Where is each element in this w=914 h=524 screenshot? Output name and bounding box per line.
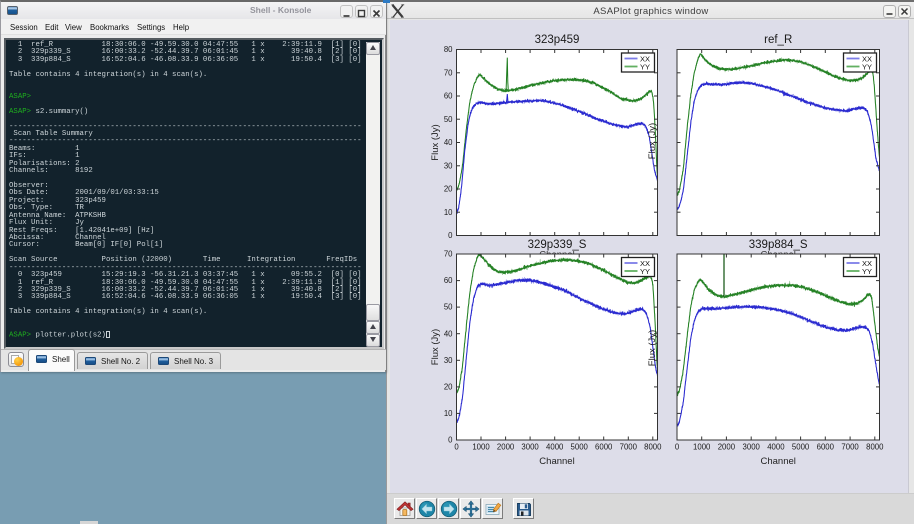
- svg-text:30: 30: [444, 356, 453, 365]
- svg-text:0: 0: [448, 231, 453, 240]
- svg-text:YY: YY: [640, 267, 650, 276]
- svg-text:3000: 3000: [521, 443, 539, 452]
- svg-text:30: 30: [444, 161, 453, 170]
- svg-text:1000: 1000: [693, 443, 711, 452]
- svg-text:40: 40: [444, 329, 453, 338]
- svg-text:20: 20: [444, 383, 453, 392]
- svg-text:Flux (Jy): Flux (Jy): [647, 123, 658, 159]
- svg-text:80: 80: [444, 45, 453, 54]
- svg-text:4000: 4000: [767, 443, 785, 452]
- svg-text:50: 50: [444, 115, 453, 124]
- svg-text:2000: 2000: [497, 443, 515, 452]
- svg-text:0: 0: [448, 436, 453, 445]
- svg-text:60: 60: [444, 92, 453, 101]
- svg-text:6000: 6000: [817, 443, 835, 452]
- svg-text:Flux (Jy): Flux (Jy): [647, 330, 658, 366]
- svg-text:5000: 5000: [792, 443, 810, 452]
- svg-text:323p459: 323p459: [535, 34, 580, 46]
- svg-text:3000: 3000: [743, 443, 761, 452]
- svg-text:10: 10: [444, 409, 453, 418]
- svg-text:8000: 8000: [644, 443, 662, 452]
- svg-text:4000: 4000: [546, 443, 564, 452]
- svg-text:8000: 8000: [866, 443, 884, 452]
- svg-text:YY: YY: [862, 267, 872, 276]
- svg-text:2000: 2000: [718, 443, 736, 452]
- svg-text:50: 50: [444, 303, 453, 312]
- svg-text:70: 70: [444, 250, 453, 259]
- svg-text:0: 0: [454, 443, 459, 452]
- svg-text:70: 70: [444, 68, 453, 77]
- svg-text:329p339_S: 329p339_S: [528, 239, 587, 251]
- svg-text:1000: 1000: [472, 443, 490, 452]
- svg-text:20: 20: [444, 185, 453, 194]
- svg-text:Channel: Channel: [539, 456, 574, 467]
- svg-text:7000: 7000: [620, 443, 638, 452]
- svg-text:YY: YY: [640, 62, 650, 71]
- svg-text:40: 40: [444, 138, 453, 147]
- svg-text:5000: 5000: [571, 443, 589, 452]
- svg-text:10: 10: [444, 208, 453, 217]
- svg-text:ref_R: ref_R: [764, 34, 792, 46]
- svg-text:YY: YY: [862, 62, 872, 71]
- svg-text:Flux (Jy): Flux (Jy): [430, 124, 441, 160]
- svg-text:6000: 6000: [595, 443, 613, 452]
- svg-text:Flux (Jy): Flux (Jy): [430, 329, 441, 365]
- svg-text:0: 0: [675, 443, 680, 452]
- svg-text:60: 60: [444, 276, 453, 285]
- svg-text:339p884_S: 339p884_S: [749, 239, 808, 251]
- svg-text:7000: 7000: [841, 443, 859, 452]
- svg-text:Channel: Channel: [761, 456, 796, 467]
